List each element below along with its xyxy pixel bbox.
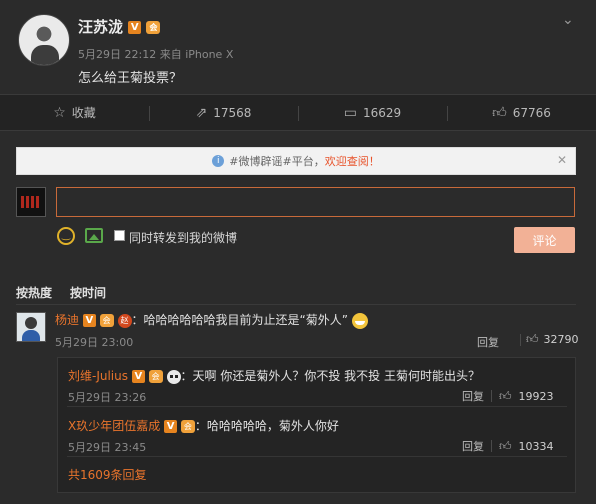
post-body: 怎么给王菊投票？ [78, 71, 183, 86]
comment-icon: ▭ [343, 104, 358, 121]
post-action-bar: ☆ 收藏 ⇗ 17568 ▭ 16629 👍︎ 67766 [0, 94, 596, 131]
divider [491, 440, 492, 452]
commenter-name[interactable]: 杨迪 [55, 313, 79, 327]
author-avatar[interactable] [18, 14, 70, 66]
rumor-notice-banner: i #微博辟谣#平台， 欢迎查阅！ ✕ [16, 147, 576, 175]
replies-panel: 刘维-Julius V 会 ：天啊 你还是菊外人？你不投 我不投 王菊何时能出头… [57, 357, 576, 493]
tab-sort-by-hot[interactable]: 按热度 [16, 284, 52, 301]
reply-item: 刘维-Julius V 会 ：天啊 你还是菊外人？你不投 我不投 王菊何时能出头… [68, 367, 480, 384]
divider [67, 456, 567, 457]
thumbs-up-icon[interactable]: 👍︎ [499, 389, 512, 404]
like-button[interactable]: 👍︎ 67766 [447, 95, 596, 130]
favorite-button[interactable]: ☆ 收藏 [0, 95, 149, 130]
author-name[interactable]: 汪苏泷 [78, 18, 123, 36]
reply-button[interactable]: 回复 [477, 334, 499, 350]
reply-author-name[interactable]: 刘维-Julius [68, 369, 128, 383]
emoji-icon[interactable]: ‿ [57, 227, 75, 245]
close-icon[interactable]: ✕ [557, 153, 567, 167]
verified-badge-icon: V [82, 314, 96, 327]
vip-badge-icon: 会 [99, 314, 114, 327]
comment-input[interactable] [56, 187, 575, 217]
repost-checkbox-label[interactable]: 同时转发到我的微博 [129, 229, 237, 246]
reply-button[interactable]: 回复 [462, 388, 484, 404]
like-count: 67766 [512, 105, 551, 120]
favorite-label: 收藏 [71, 106, 96, 120]
divider [491, 390, 492, 402]
comment-like-button[interactable]: 👍︎ 32790 [520, 332, 579, 347]
grin-emoji-icon [351, 312, 368, 329]
post-meta: 5月29日 22:12 来自 iPhone X [78, 46, 233, 62]
thumbs-up-icon[interactable]: 👍︎ [499, 439, 512, 454]
commenter-avatar[interactable] [16, 312, 46, 342]
verified-badge-icon: V [164, 420, 178, 433]
my-avatar[interactable] [16, 187, 46, 217]
vip-badge-icon: 会 [146, 21, 161, 34]
comment-count: 16629 [363, 105, 402, 120]
verified-badge-icon: V [128, 21, 142, 34]
repost-count: 17568 [213, 105, 252, 120]
divider [16, 304, 576, 305]
post-author[interactable]: 汪苏泷 V 会 [78, 16, 161, 37]
star-icon: ☆ [53, 104, 66, 121]
share-icon: ⇗ [195, 104, 208, 121]
notice-text: #微博辟谣#平台， [229, 155, 325, 168]
comment-time: 5月29日 23:00 [55, 336, 134, 349]
reply-actions: 回复 👍︎ 19923 [462, 388, 554, 404]
comment-like-count: 32790 [543, 333, 579, 346]
comment-sort-tabs: 按热度 按时间 [16, 284, 106, 301]
reply-button[interactable]: 回复 [462, 438, 484, 454]
info-icon: i [212, 155, 225, 167]
notice-link[interactable]: 欢迎查阅！ [325, 153, 380, 169]
divider [67, 406, 567, 407]
fan-badge-icon: 赵 [117, 313, 132, 328]
reply-body: ：哈哈哈哈哈，菊外人你好 [194, 419, 339, 433]
reply-author-name[interactable]: X玖少年团伍嘉成 [68, 419, 160, 433]
verified-badge-icon: V [131, 370, 145, 383]
vip-badge-icon: 会 [148, 370, 163, 383]
chevron-down-icon[interactable]: ⌄ [562, 12, 574, 28]
reply-time: 5月29日 23:26 [68, 391, 147, 404]
tab-sort-by-time[interactable]: 按时间 [70, 284, 106, 301]
reply-like-count: 10334 [518, 439, 554, 453]
reply-time: 5月29日 23:45 [68, 441, 147, 454]
repost-button[interactable]: ⇗ 17568 [149, 95, 298, 130]
skull-emoji-icon [166, 369, 181, 384]
submit-comment-button[interactable]: 评论 [514, 227, 575, 253]
thumbs-up-icon: 👍︎ [526, 332, 539, 346]
comment-body: ：哈哈哈哈哈哈我目前为止还是“菊外人” [131, 313, 348, 327]
comment-button[interactable]: ▭ 16629 [298, 95, 447, 130]
more-replies-link[interactable]: 共1609条回复 [68, 466, 147, 483]
reply-item: X玖少年团伍嘉成 V 会：哈哈哈哈哈，菊外人你好 [68, 417, 339, 434]
image-upload-icon[interactable] [85, 228, 103, 243]
reply-like-count: 19923 [518, 389, 554, 403]
repost-checkbox[interactable] [114, 230, 125, 241]
divider [520, 333, 521, 346]
vip-badge-icon: 会 [180, 420, 195, 433]
post-source: 来自 iPhone X [159, 48, 234, 61]
thumbs-up-icon: 👍︎ [492, 105, 507, 121]
reply-actions: 回复 👍︎ 10334 [462, 438, 554, 454]
post-timestamp[interactable]: 5月29日 22:12 [78, 48, 156, 61]
reply-body: ：天啊 你还是菊外人？你不投 我不投 王菊何时能出头？ [180, 369, 480, 383]
comment-text: 杨迪 V 会 赵：哈哈哈哈哈哈我目前为止还是“菊外人” [55, 311, 368, 329]
